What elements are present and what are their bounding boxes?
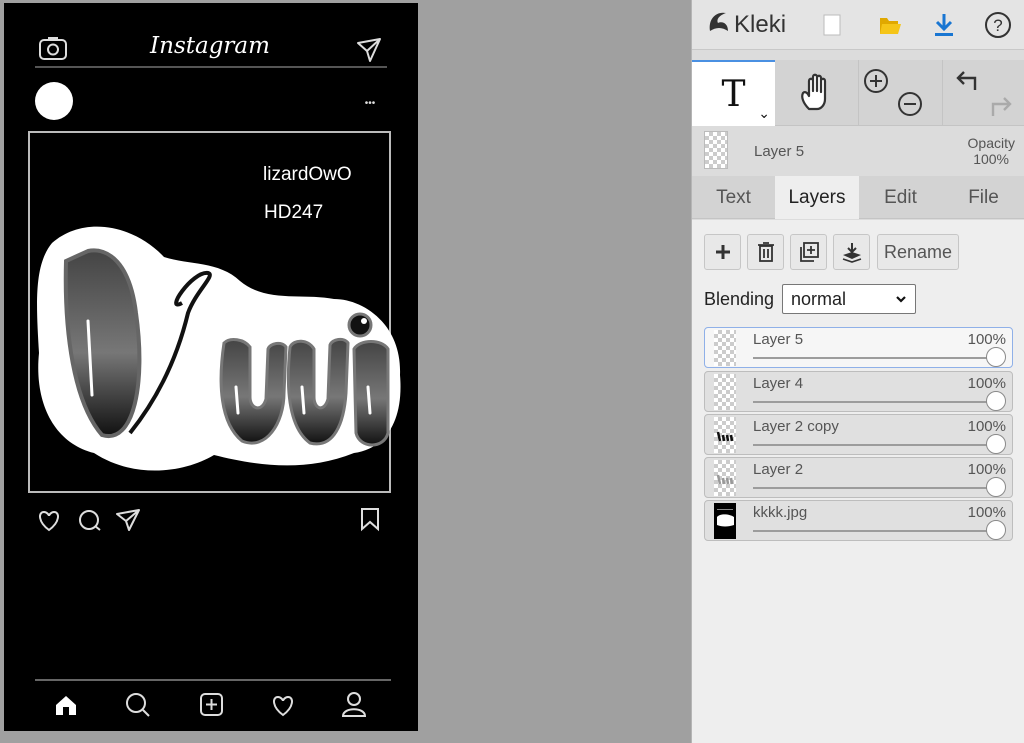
tab-text[interactable]: Text (692, 176, 775, 219)
add-layer-button[interactable] (704, 234, 741, 270)
svg-text:?: ? (993, 16, 1002, 35)
layers-panel: Rename Blending normal Layer 5 100% Laye… (692, 220, 1024, 743)
hand-icon (801, 73, 827, 111)
opacity-label: Opacity (967, 135, 1015, 151)
duplicate-layer-button[interactable] (790, 234, 827, 270)
post-text-line2: HD247 (264, 202, 323, 223)
blending-select[interactable]: normal (782, 284, 916, 314)
current-layer-info: Layer 5 Opacity 100% (692, 127, 1024, 175)
open-file-button[interactable] (872, 0, 908, 50)
layer-name: Layer 5 (753, 331, 804, 348)
canvas-workspace[interactable]: Instagram ••• lizardOwO HD247 (0, 0, 691, 743)
profile-icon (341, 692, 367, 717)
duplicate-layer-icon (799, 242, 819, 262)
canvas-artwork: Instagram ••• lizardOwO HD247 (28, 33, 401, 717)
tab-file[interactable]: File (942, 176, 1024, 219)
opacity-slider-track[interactable] (753, 357, 1000, 359)
layer-opacity: 100% (967, 504, 1006, 521)
help-icon: ? (985, 12, 1011, 38)
share-icon (116, 509, 140, 531)
chevron-down-icon[interactable]: ⌄ (758, 106, 770, 122)
ooi-sticker (37, 226, 401, 471)
panel-tabs: Text Layers Edit File (692, 176, 1024, 219)
layer-item-layer-4[interactable]: Layer 4 100% (704, 371, 1013, 412)
opacity-slider-handle[interactable] (986, 347, 1006, 367)
camera-icon (39, 37, 67, 60)
layer-thumbnail (714, 460, 736, 496)
chevron-down-icon (896, 296, 906, 303)
tab-layers[interactable]: Layers (775, 176, 859, 219)
kleki-logo-icon (706, 9, 732, 42)
text-tool-button[interactable]: T ⌄ (692, 60, 775, 126)
current-layer-thumbnail (704, 131, 728, 169)
add-layer-icon (715, 245, 730, 259)
undo-icon[interactable] (953, 68, 981, 94)
download-icon (935, 14, 953, 36)
open-file-icon (880, 18, 901, 34)
more-options-icon: ••• (365, 98, 376, 109)
redo-icon[interactable] (987, 94, 1015, 120)
merge-down-icon (842, 243, 861, 263)
hand-tool-button[interactable] (776, 60, 858, 126)
opacity-slider-handle[interactable] (986, 391, 1006, 411)
layer-thumbnail (714, 374, 736, 410)
tool-row: T ⌄ (692, 60, 1024, 126)
layer-item-layer-2[interactable]: Layer 2 100% (704, 457, 1013, 498)
opacity-slider-handle[interactable] (986, 477, 1006, 497)
instagram-title: Instagram (149, 33, 270, 59)
bookmark-icon (361, 508, 379, 532)
post-text-line1: lizardOwO (263, 164, 352, 185)
layer-name: Layer 4 (753, 375, 804, 392)
delete-layer-icon (757, 242, 774, 262)
drawing-canvas[interactable]: Instagram ••• lizardOwO HD247 (4, 3, 418, 731)
add-icon (200, 693, 223, 716)
download-button[interactable] (926, 0, 962, 50)
layer-item-layer-2-copy[interactable]: Layer 2 copy 100% (704, 414, 1013, 455)
opacity-slider-handle[interactable] (986, 520, 1006, 540)
layer-opacity: 100% (967, 375, 1006, 392)
layer-opacity: 100% (967, 461, 1006, 478)
send-icon (357, 38, 381, 62)
text-tool-icon: T (721, 73, 746, 115)
search-icon (126, 693, 150, 717)
layer-item-kkkk-jpg[interactable]: kkkk.jpg 100% (704, 500, 1013, 541)
kleki-logo[interactable]: Kleki (706, 0, 798, 50)
avatar (35, 82, 73, 120)
layer-name: Layer 2 (753, 461, 804, 478)
app-name: Kleki (734, 11, 787, 38)
opacity-value: 100% (973, 151, 1009, 167)
opacity-slider-track[interactable] (753, 401, 1000, 403)
layer-thumbnail (714, 330, 736, 366)
tab-edit[interactable]: Edit (859, 176, 942, 219)
opacity-slider-track[interactable] (753, 444, 1000, 446)
opacity-slider-track[interactable] (753, 487, 1000, 489)
help-button[interactable]: ? (980, 0, 1016, 50)
opacity-slider-track[interactable] (753, 530, 1000, 532)
delete-layer-button[interactable] (747, 234, 784, 270)
zoom-controls (858, 60, 942, 126)
top-bar: Kleki ? (692, 0, 1024, 50)
layer-item-layer-5[interactable]: Layer 5 100% (704, 327, 1013, 368)
layer-thumbnail (714, 417, 736, 453)
comment-icon (79, 510, 101, 531)
merge-down-button[interactable] (833, 234, 870, 270)
side-panel: Kleki ? T ⌄ Layer 5 Opacity 100% Text La… (691, 0, 1024, 743)
zoom-in-icon[interactable] (863, 68, 889, 94)
blending-value: normal (791, 288, 847, 309)
heart-icon (39, 510, 59, 532)
rename-layer-button[interactable]: Rename (877, 234, 959, 270)
blending-label: Blending (704, 289, 775, 309)
activity-icon (273, 695, 293, 717)
new-image-button[interactable] (816, 0, 848, 50)
opacity-slider-handle[interactable] (986, 434, 1006, 454)
current-layer-name: Layer 5 (754, 143, 805, 160)
history-controls (942, 60, 1024, 126)
layer-name: Layer 2 copy (753, 418, 839, 435)
layer-thumbnail (714, 503, 736, 539)
layer-name: kkkk.jpg (753, 504, 808, 521)
layer-opacity: 100% (967, 331, 1006, 348)
layer-opacity: 100% (967, 418, 1006, 435)
zoom-out-icon[interactable] (897, 91, 923, 117)
new-image-icon (823, 14, 841, 36)
